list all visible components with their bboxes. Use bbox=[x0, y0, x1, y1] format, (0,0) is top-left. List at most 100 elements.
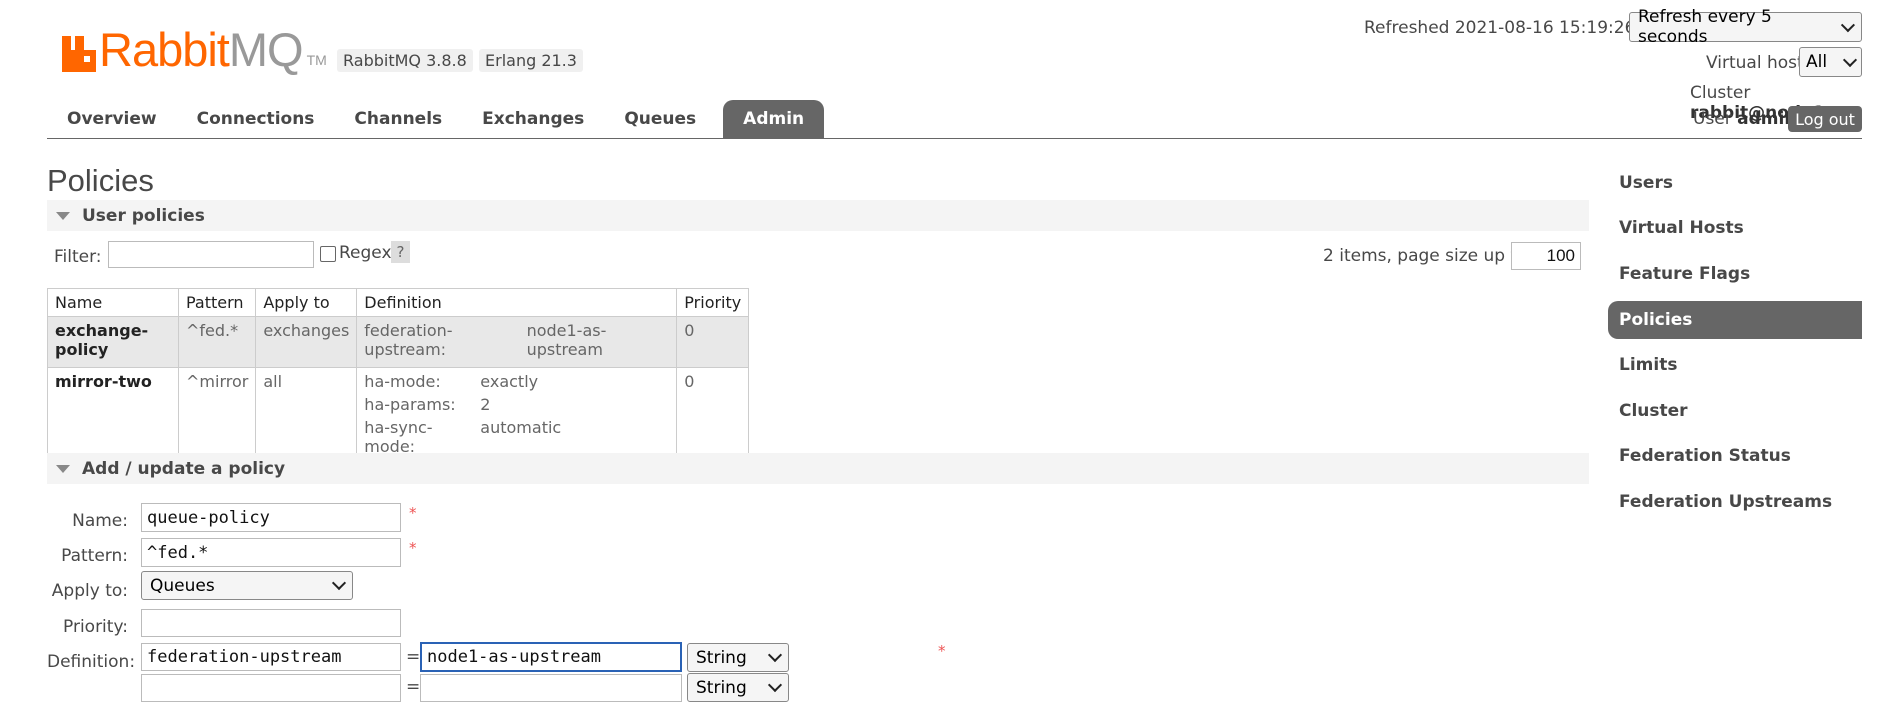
sidebar-item-cluster[interactable]: Cluster bbox=[1608, 388, 1862, 434]
type-select-value: String bbox=[696, 677, 747, 698]
policy-priority: 0 bbox=[676, 316, 750, 368]
tab-overview[interactable]: Overview bbox=[47, 100, 177, 138]
collapse-triangle-icon bbox=[56, 211, 70, 220]
logout-button[interactable]: Log out bbox=[1788, 106, 1862, 132]
column-header-definition[interactable]: Definition bbox=[356, 288, 678, 317]
refresh-interval-select[interactable]: Refresh every 5 seconds bbox=[1629, 7, 1862, 47]
chevron-down-icon bbox=[1842, 52, 1858, 67]
definition-value: 2 bbox=[480, 395, 491, 414]
definition-key-input[interactable]: federation-upstream bbox=[141, 643, 401, 671]
regex-checkbox[interactable] bbox=[320, 246, 336, 262]
user-policies-section-header[interactable]: User policies bbox=[47, 200, 1589, 231]
policy-priority: 0 bbox=[676, 367, 750, 465]
rabbit-logo-icon bbox=[62, 36, 96, 72]
logo-mq-text: MQ bbox=[228, 23, 304, 76]
cluster-label: Cluster bbox=[1690, 83, 1751, 103]
priority-label: Priority: bbox=[63, 617, 128, 637]
policy-pattern: ^mirror bbox=[177, 367, 257, 465]
erlang-badge: Erlang 21.3 bbox=[479, 49, 583, 72]
definition-value: node1-as-upstream bbox=[526, 321, 607, 359]
equals-sign: = bbox=[406, 677, 421, 697]
tab-queues[interactable]: Queues bbox=[604, 100, 716, 138]
definition-key: ha-mode: bbox=[364, 372, 441, 391]
section-title: Add / update a policy bbox=[82, 458, 286, 479]
admin-sidebar: Users Virtual Hosts Feature Flags Polici… bbox=[1608, 160, 1862, 525]
page-size-input[interactable]: 100 bbox=[1511, 242, 1581, 270]
chevron-down-icon bbox=[1841, 17, 1856, 32]
tab-connections[interactable]: Connections bbox=[177, 100, 335, 138]
nav-divider bbox=[47, 138, 1862, 139]
logo-tm-text: TM bbox=[306, 52, 327, 68]
table-row[interactable]: mirror-two ^mirror all ha-mode: exactly … bbox=[47, 367, 750, 465]
apply-to-value: Queues bbox=[150, 575, 215, 596]
logo-brand-text: Rabbit bbox=[99, 23, 230, 76]
chevron-down-icon bbox=[331, 575, 347, 591]
definition-type-select[interactable]: String bbox=[687, 673, 789, 702]
regex-label: Regex bbox=[339, 243, 392, 263]
definition-key-input[interactable] bbox=[141, 674, 401, 702]
apply-to-select[interactable]: Queues bbox=[141, 571, 353, 600]
priority-input[interactable] bbox=[141, 609, 401, 637]
user-label: User bbox=[1693, 109, 1732, 129]
required-marker: * bbox=[938, 642, 946, 660]
sidebar-item-feature-flags[interactable]: Feature Flags bbox=[1608, 251, 1862, 297]
filter-input[interactable] bbox=[108, 241, 314, 268]
definition-value: exactly bbox=[480, 372, 539, 391]
definition-key: federation-upstream: bbox=[364, 321, 453, 359]
refresh-select-value: Refresh every 5 seconds bbox=[1638, 7, 1772, 47]
required-marker: * bbox=[409, 504, 417, 522]
definition-type-select[interactable]: String bbox=[687, 643, 789, 672]
sidebar-item-federation-upstreams[interactable]: Federation Upstreams bbox=[1608, 479, 1862, 525]
collapse-triangle-icon bbox=[56, 464, 70, 473]
sidebar-item-federation-status[interactable]: Federation Status bbox=[1608, 434, 1862, 480]
policy-definition: ha-mode: exactly ha-params: 2 ha-sync-mo… bbox=[356, 367, 678, 465]
items-count-text: 2 items, page size up to bbox=[1323, 246, 1528, 266]
add-policy-section-header[interactable]: Add / update a policy bbox=[47, 453, 1589, 484]
table-header-row: Name Pattern Apply to Definition Priorit… bbox=[47, 288, 750, 317]
pattern-label: Pattern: bbox=[61, 546, 128, 566]
tab-exchanges[interactable]: Exchanges bbox=[462, 100, 604, 138]
chevron-down-icon bbox=[767, 647, 783, 663]
sidebar-item-policies[interactable]: Policies bbox=[1608, 300, 1862, 339]
sidebar-item-virtual-hosts[interactable]: Virtual Hosts bbox=[1608, 206, 1862, 252]
tab-channels[interactable]: Channels bbox=[334, 100, 462, 138]
virtual-host-label: Virtual host bbox=[1706, 53, 1804, 73]
required-marker: * bbox=[409, 539, 417, 557]
column-header-pattern[interactable]: Pattern bbox=[177, 288, 257, 317]
policy-name-input[interactable]: queue-policy bbox=[141, 503, 401, 532]
type-select-value: String bbox=[696, 647, 747, 668]
sidebar-item-users[interactable]: Users bbox=[1608, 160, 1862, 206]
definition-key: ha-params: bbox=[364, 395, 456, 414]
main-nav-tabs: Overview Connections Channels Exchanges … bbox=[47, 100, 825, 138]
policy-apply-to: all bbox=[255, 367, 358, 465]
definition-value-input[interactable] bbox=[420, 674, 682, 702]
tab-admin[interactable]: Admin bbox=[723, 100, 825, 138]
column-header-apply-to[interactable]: Apply to bbox=[255, 288, 358, 317]
policy-name-link[interactable]: mirror-two bbox=[47, 367, 179, 465]
regex-help-icon[interactable]: ? bbox=[391, 241, 410, 263]
equals-sign: = bbox=[406, 647, 421, 667]
vhost-select-value: All bbox=[1806, 52, 1828, 72]
policy-apply-to: exchanges bbox=[255, 316, 358, 368]
virtual-host-select[interactable]: All bbox=[1799, 47, 1862, 77]
table-row[interactable]: exchange-policy ^fed.* exchanges federat… bbox=[47, 316, 750, 368]
section-title: User policies bbox=[82, 205, 205, 226]
sidebar-item-limits[interactable]: Limits bbox=[1608, 343, 1862, 389]
page-title: Policies bbox=[47, 163, 154, 198]
chevron-down-icon bbox=[767, 677, 783, 693]
rabbitmq-logo: RabbitMQ TM bbox=[62, 26, 327, 73]
policy-name-link[interactable]: exchange-policy bbox=[47, 316, 179, 368]
policy-pattern-input[interactable]: ^fed.* bbox=[141, 538, 401, 567]
definition-value-input[interactable]: node1-as-upstream bbox=[420, 642, 682, 672]
definition-label: Definition: bbox=[47, 652, 136, 672]
policy-definition: federation-upstream: node1-as-upstream bbox=[356, 316, 678, 368]
filter-label: Filter: bbox=[54, 247, 102, 267]
apply-to-label: Apply to: bbox=[51, 581, 128, 601]
policies-table: Name Pattern Apply to Definition Priorit… bbox=[47, 288, 750, 465]
policy-pattern: ^fed.* bbox=[177, 316, 257, 368]
column-header-priority[interactable]: Priority bbox=[676, 288, 750, 317]
version-badge: RabbitMQ 3.8.8 bbox=[337, 49, 473, 72]
column-header-name[interactable]: Name bbox=[47, 288, 179, 317]
refreshed-timestamp: Refreshed 2021-08-16 15:19:26 bbox=[1364, 18, 1636, 38]
name-label: Name: bbox=[72, 511, 128, 531]
